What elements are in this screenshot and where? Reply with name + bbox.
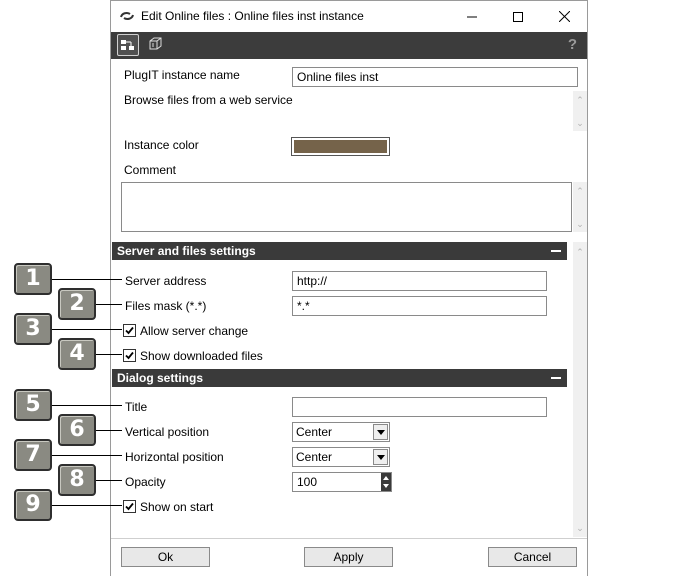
vertical-position-label: Vertical position <box>125 425 210 439</box>
close-button[interactable] <box>541 1 587 32</box>
instance-name-label: PlugIT instance name <box>124 68 240 82</box>
scroll-up-icon: ⌃ <box>576 95 584 105</box>
opacity-spinner[interactable]: 100 <box>292 472 392 492</box>
callout-badge-7: 7 <box>14 439 52 471</box>
apply-button[interactable]: Apply <box>304 547 393 567</box>
description-text: Browse files from a web service <box>124 93 293 107</box>
callout-leader-5 <box>52 405 122 406</box>
callout-badge-4: 4 <box>58 338 96 370</box>
callout-badge-9: 9 <box>14 489 52 521</box>
help-icon[interactable]: ? <box>568 36 577 53</box>
comment-scrollbar[interactable]: ⌃ ⌄ <box>573 182 587 232</box>
server-address-input[interactable]: http:// <box>292 271 547 291</box>
cancel-button[interactable]: Cancel <box>488 547 577 567</box>
callout-leader-2 <box>96 304 122 305</box>
show-downloaded-label: Show downloaded files <box>140 349 263 363</box>
dialog-settings-header[interactable]: Dialog settings <box>112 369 567 387</box>
color-fill <box>294 140 387 153</box>
collapse-icon[interactable] <box>551 250 561 252</box>
settings-scrollbar[interactable]: ⌃ ⌄ <box>573 242 587 537</box>
checkmark-icon <box>125 502 134 511</box>
callout-leader-8 <box>96 480 122 481</box>
callout-badge-3: 3 <box>14 313 52 345</box>
files-mask-input[interactable]: *.* <box>292 296 547 316</box>
maximize-button[interactable] <box>495 1 541 32</box>
comment-label: Comment <box>124 163 177 177</box>
opacity-label: Opacity <box>125 475 166 489</box>
callout-leader-4 <box>96 354 122 355</box>
section-title: Server and files settings <box>117 244 256 258</box>
app-icon <box>119 10 135 22</box>
toolbar: ? <box>111 32 587 59</box>
maximize-icon <box>513 11 523 22</box>
callout-badge-2: 2 <box>58 288 96 320</box>
chevron-down-icon <box>377 430 385 435</box>
ok-button[interactable]: Ok <box>121 547 210 567</box>
instance-color-label: Instance color <box>124 138 199 152</box>
server-address-label: Server address <box>125 274 207 288</box>
instance-color-picker[interactable] <box>291 137 390 156</box>
instance-name-input[interactable]: Online files inst <box>292 67 578 87</box>
dialog-footer: Ok Apply Cancel <box>111 538 587 576</box>
scroll-up-icon: ⌃ <box>576 186 584 196</box>
show-on-start-label: Show on start <box>140 500 214 514</box>
scroll-down-icon: ⌄ <box>576 523 584 533</box>
selected-value: Center <box>296 425 333 439</box>
title-bar[interactable]: Edit Online files : Online files inst in… <box>111 1 587 32</box>
spinner-value: 100 <box>297 475 318 489</box>
description-scrollbar[interactable]: ⌃ ⌄ <box>573 91 587 131</box>
cube-button[interactable] <box>145 34 167 56</box>
show-on-start-checkbox[interactable] <box>123 500 136 513</box>
dialog-title-label: Title <box>125 400 148 414</box>
dropdown-button[interactable] <box>373 449 388 465</box>
horizontal-position-label: Horizontal position <box>125 450 224 464</box>
callout-leader-1 <box>52 279 122 280</box>
tree-view-icon <box>121 40 134 50</box>
selected-value: Center <box>296 450 333 464</box>
callout-leader-3 <box>52 329 122 330</box>
allow-server-change-label: Allow server change <box>140 324 249 338</box>
server-settings-header[interactable]: Server and files settings <box>112 242 567 260</box>
callout-badge-6: 6 <box>58 414 96 446</box>
edit-dialog-window: Edit Online files : Online files inst in… <box>110 0 588 576</box>
tree-view-button[interactable] <box>117 34 139 56</box>
callout-badge-8: 8 <box>58 464 96 496</box>
section-title: Dialog settings <box>117 371 204 385</box>
checkmark-icon <box>125 326 134 335</box>
dropdown-button[interactable] <box>373 424 388 440</box>
checkmark-icon <box>125 351 134 360</box>
show-downloaded-checkbox[interactable] <box>123 349 136 362</box>
dialog-title-input[interactable] <box>292 397 547 417</box>
callout-leader-6 <box>96 430 122 431</box>
close-icon <box>558 10 570 23</box>
horizontal-position-select[interactable]: Center <box>292 447 390 467</box>
callout-badge-5: 5 <box>14 389 52 421</box>
scroll-down-icon: ⌄ <box>576 118 584 128</box>
comment-textarea[interactable] <box>121 182 572 232</box>
collapse-icon[interactable] <box>551 377 561 379</box>
spinner-buttons[interactable] <box>381 473 391 491</box>
callout-leader-9 <box>52 505 122 506</box>
scroll-up-icon: ⌃ <box>576 247 584 257</box>
cube-icon <box>149 37 162 50</box>
callout-badge-1: 1 <box>14 263 52 295</box>
minimize-button[interactable] <box>449 1 495 32</box>
allow-server-change-checkbox[interactable] <box>123 324 136 337</box>
scroll-down-icon: ⌄ <box>576 219 584 229</box>
window-title: Edit Online files : Online files inst in… <box>141 9 364 23</box>
spinner-arrows-icon <box>383 476 389 488</box>
callout-leader-7 <box>52 455 122 456</box>
minimize-icon <box>467 16 477 18</box>
chevron-down-icon <box>377 455 385 460</box>
files-mask-label: Files mask (*.*) <box>125 299 207 313</box>
vertical-position-select[interactable]: Center <box>292 422 390 442</box>
